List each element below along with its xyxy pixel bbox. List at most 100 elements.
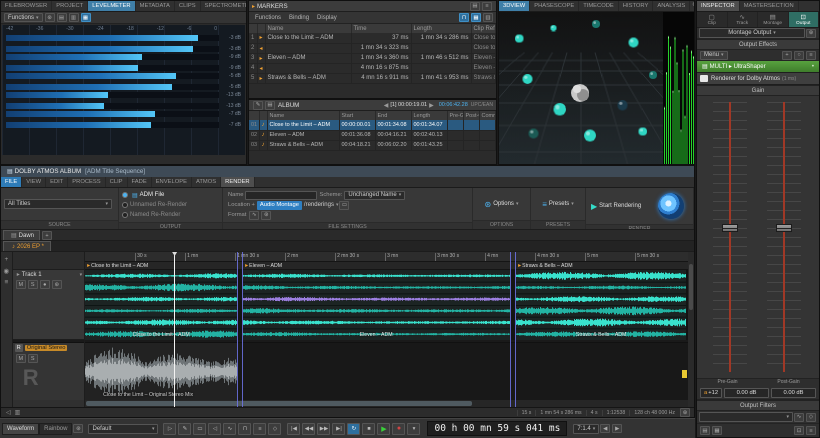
timeline-marker[interactable]: ▸ Close to the Limit – ADM bbox=[87, 262, 148, 270]
marker-row[interactable]: 4 ◂ 4 mn 16 s 875 ms Eleven – ADM bbox=[249, 63, 496, 74]
ribbon-tab[interactable]: FILE bbox=[1, 176, 23, 187]
layout-icon[interactable]: ▤ bbox=[700, 426, 710, 435]
snap-icon[interactable]: ▥ bbox=[15, 409, 21, 416]
solo-button[interactable]: S bbox=[27, 280, 38, 289]
menu-icon[interactable]: ≡ bbox=[4, 279, 8, 286]
ribbon-tab[interactable]: FADE bbox=[128, 176, 152, 187]
forward-button[interactable]: ▶▶ bbox=[317, 422, 331, 435]
column-header[interactable] bbox=[257, 24, 266, 33]
gain-header[interactable]: Gain bbox=[697, 85, 819, 96]
panel-tab[interactable]: 3DVIEW bbox=[499, 1, 531, 11]
named-rerender-radio[interactable]: Named Re-Render bbox=[122, 210, 219, 220]
track1-header[interactable]: ▸ Track 1 ▾ M S ● ⊛ bbox=[12, 270, 85, 340]
ribbon-tab[interactable]: CLIP bbox=[106, 176, 128, 187]
marker-row[interactable]: 5 ▸ Straws & Bells – ADM 4 mn 16 s 911 m… bbox=[249, 73, 496, 84]
time-display[interactable]: 00 h 00 mn 59 s 041 ms bbox=[427, 421, 568, 436]
solo-button[interactable]: S bbox=[27, 354, 38, 363]
column-header[interactable]: Post-Gap bbox=[463, 111, 480, 120]
pre-gain-fader[interactable] bbox=[713, 102, 747, 372]
view-mode-tab[interactable]: Waveform bbox=[2, 422, 40, 435]
gear-icon[interactable]: ⊛ bbox=[806, 28, 816, 38]
transport-tool-button[interactable]: ▭ bbox=[193, 422, 207, 435]
prev-track-icon[interactable]: ◀ bbox=[384, 102, 389, 109]
gear-icon[interactable]: ⊛ bbox=[44, 13, 55, 22]
status-item[interactable]: 4 s bbox=[585, 409, 602, 416]
filter-b-icon[interactable]: ◇ bbox=[806, 412, 816, 422]
ribbon-tab[interactable]: RENDER bbox=[221, 176, 255, 187]
scope-tab[interactable]: ▢ Clip bbox=[697, 12, 728, 27]
panel-tab[interactable]: ANALYSIS bbox=[653, 1, 691, 11]
view-mode-tab[interactable]: Rainbow bbox=[39, 422, 73, 435]
scope-tab[interactable]: ⊡ Output bbox=[788, 12, 819, 27]
panel-tab[interactable]: HISTORY bbox=[619, 1, 654, 11]
atmos-3d-view[interactable] bbox=[499, 12, 664, 164]
functions-menu-button[interactable]: Functions ▾ bbox=[4, 13, 43, 22]
record-button[interactable]: ● bbox=[392, 422, 406, 435]
meter-style-icon[interactable]: ▥ bbox=[68, 13, 79, 22]
montage-title-bar[interactable]: ▤ DOLBY ATMOS ALBUM [ADM Title Sequence] bbox=[1, 166, 694, 177]
marker-row[interactable]: 2 ◂ 1 mn 34 s 323 ms Close to the Limit … bbox=[249, 43, 496, 54]
transport-tool-button[interactable]: ✎ bbox=[178, 422, 192, 435]
edit-icon[interactable]: ✎ bbox=[253, 100, 263, 110]
render-options-button[interactable]: ⊛ Options ▾ bbox=[483, 198, 521, 210]
scheme-select[interactable]: Unchanged Name ▾ bbox=[344, 190, 406, 200]
layout-icon[interactable]: ▤ bbox=[265, 100, 275, 110]
vertical-scrollbar[interactable] bbox=[688, 252, 694, 407]
menu-item[interactable]: Display bbox=[317, 15, 337, 21]
play-button[interactable]: ▶ bbox=[377, 422, 391, 435]
column-header[interactable] bbox=[249, 111, 260, 120]
lock-icon[interactable]: ⊡ bbox=[794, 426, 804, 435]
ribbon-tab[interactable]: VIEW bbox=[22, 176, 47, 187]
scrollbar-thumb[interactable] bbox=[86, 401, 473, 406]
speaker-icon[interactable]: ◁ bbox=[6, 409, 11, 416]
column-header[interactable]: Time bbox=[351, 24, 412, 33]
chevron-down-icon[interactable]: ▾ bbox=[336, 202, 339, 208]
panel-tab[interactable]: PROJECT bbox=[52, 1, 89, 11]
status-gear-icon[interactable]: ⊛ bbox=[680, 408, 690, 417]
album-row[interactable]: 01 ♪ Close to the Limit – ADM 00:00:00.0… bbox=[249, 120, 496, 131]
atmos-waveform[interactable] bbox=[85, 270, 689, 340]
panel-tab[interactable]: CLIPS bbox=[175, 1, 201, 11]
panel-tab[interactable]: FILEBROWSER bbox=[1, 1, 53, 11]
column-header[interactable] bbox=[249, 24, 258, 33]
menu-item[interactable]: Binding bbox=[289, 15, 309, 21]
go-to-start-button[interactable]: |◀ bbox=[287, 422, 301, 435]
add-tab-button[interactable]: + bbox=[42, 231, 53, 240]
panel-tab[interactable]: PHASESCOPE bbox=[530, 1, 580, 11]
filter-icon[interactable]: ▥ bbox=[483, 13, 493, 22]
album-row[interactable]: 02 ♪ Eleven – ADM 00:01:36.08 00:04:16.2… bbox=[249, 130, 496, 141]
transport-tool-button[interactable]: ⊓ bbox=[238, 422, 252, 435]
unnamed-rerender-radio[interactable]: Unnamed Re-Render bbox=[122, 200, 219, 210]
post-gain-fader[interactable] bbox=[767, 102, 801, 372]
plugin-options-icon[interactable]: • bbox=[812, 64, 814, 70]
panel-tab[interactable]: SPECTROMETER bbox=[201, 1, 246, 11]
status-item[interactable]: 15 s bbox=[516, 409, 536, 416]
column-header[interactable] bbox=[259, 111, 268, 120]
marker-list-icon[interactable]: ▦ bbox=[471, 13, 481, 22]
format-icon[interactable]: ∿ bbox=[249, 210, 260, 220]
atmos-track-lane[interactable]: Close to the Limit – ADM Eleven – ADM Stra… bbox=[85, 270, 689, 340]
column-header[interactable]: Name bbox=[265, 24, 352, 33]
go-to-end-button[interactable]: ▶| bbox=[332, 422, 346, 435]
bypass-icon[interactable]: ○ bbox=[794, 50, 804, 60]
reference-track-name[interactable]: Original Stereo bbox=[24, 345, 68, 351]
next-track-icon[interactable]: ▶ bbox=[429, 102, 434, 109]
column-header[interactable]: Comment bbox=[479, 111, 496, 120]
file-tab-dawn[interactable]: ▤ Dawn bbox=[3, 230, 41, 240]
more-icon[interactable]: ≡ bbox=[806, 50, 816, 60]
meter-hold-icon[interactable]: ▦ bbox=[80, 13, 91, 22]
filter-a-icon[interactable]: ∿ bbox=[794, 412, 804, 422]
output-filter-select[interactable]: ▾ bbox=[699, 412, 793, 422]
zoom-select[interactable]: 7:1.4 ▾ bbox=[573, 423, 600, 434]
stop-button[interactable]: ■ bbox=[362, 422, 376, 435]
transport-tool-button[interactable]: ▷ bbox=[163, 422, 177, 435]
menu-icon[interactable]: ≡ bbox=[806, 426, 816, 435]
album-row[interactable]: 03 ♪ Straws & Bells – ADM 00:04:18.21 00… bbox=[249, 140, 496, 151]
expand-icon[interactable]: ▸ bbox=[17, 271, 20, 278]
rows-icon[interactable]: ▦ bbox=[712, 426, 722, 435]
transport-tool-button[interactable]: ∿ bbox=[223, 422, 237, 435]
effect-slot-atmos-renderer[interactable]: Renderer for Dolby Atmos (1 ms) bbox=[697, 73, 819, 85]
output-effects-header[interactable]: Output Effects bbox=[697, 39, 819, 50]
transport-more-button[interactable]: ▾ bbox=[407, 422, 421, 435]
montage-tab-2026-ep[interactable]: ♪ 2026 EP * bbox=[3, 241, 51, 251]
